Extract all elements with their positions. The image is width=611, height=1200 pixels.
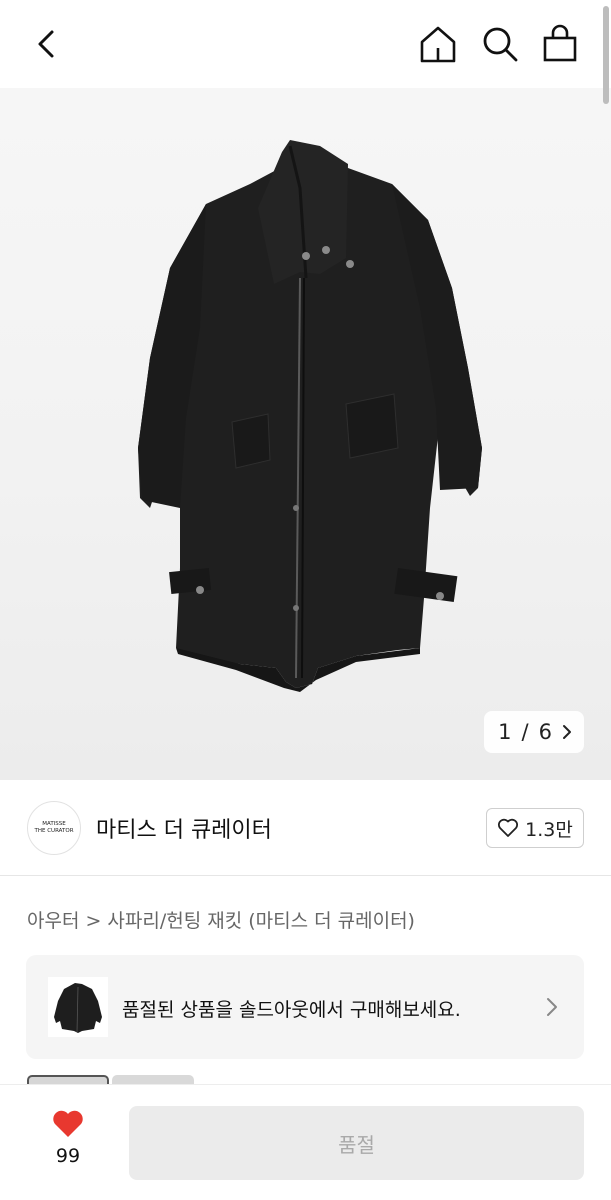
brand-row: MATISSE THE CURATOR 마티스 더 큐레이터 1.3만 xyxy=(0,780,611,876)
shopping-bag-icon[interactable] xyxy=(540,24,580,64)
heart-filled-icon xyxy=(53,1110,83,1137)
home-icon[interactable] xyxy=(418,24,458,64)
soldout-product-thumbnail xyxy=(48,977,108,1037)
total-image-count: 6 xyxy=(538,720,552,744)
heart-outline-icon xyxy=(498,818,519,837)
breadcrumb-separator: > xyxy=(85,910,102,932)
image-page-counter[interactable]: 1 / 6 xyxy=(484,711,584,753)
brand-favorite-count: 1.3만 xyxy=(525,818,573,841)
soldout-purchase-button[interactable]: 품절 xyxy=(129,1106,584,1180)
back-chevron-icon[interactable] xyxy=(30,24,66,64)
product-jacket-image xyxy=(138,140,482,692)
counter-separator: / xyxy=(521,720,529,744)
like-count: 99 xyxy=(55,1145,81,1167)
chevron-right-icon xyxy=(547,998,557,1016)
breadcrumb-category[interactable]: 아우터 xyxy=(27,910,79,932)
chevron-right-icon xyxy=(563,725,571,739)
search-icon[interactable] xyxy=(480,24,520,64)
brand-name[interactable]: 마티스 더 큐레이터 xyxy=(96,812,272,844)
brand-logo-line2: THE CURATOR xyxy=(34,828,74,834)
like-button[interactable]: 99 xyxy=(40,1109,96,1167)
brand-favorite-button[interactable]: 1.3만 xyxy=(486,808,584,848)
product-image-gallery[interactable]: 1 / 6 xyxy=(0,88,611,780)
bottom-action-bar: 99 품절 xyxy=(0,1084,611,1200)
current-image-number: 1 xyxy=(498,720,512,744)
top-navigation-bar xyxy=(0,0,611,88)
breadcrumb: 아우터 > 사파리/헌팅 재킷 (마티스 더 큐레이터) xyxy=(27,906,415,933)
brand-logo-line1: MATISSE xyxy=(42,821,66,827)
soldout-banner[interactable]: 품절된 상품을 솔드아웃에서 구매해보세요. xyxy=(26,955,584,1059)
jacket-thumbnail-image xyxy=(54,983,102,1033)
breadcrumb-product[interactable]: 사파리/헌팅 재킷 (마티스 더 큐레이터) xyxy=(107,910,415,932)
page-scrollbar[interactable] xyxy=(603,6,609,104)
soldout-message: 품절된 상품을 솔드아웃에서 구매해보세요. xyxy=(122,999,461,1021)
brand-logo[interactable]: MATISSE THE CURATOR xyxy=(27,801,81,855)
